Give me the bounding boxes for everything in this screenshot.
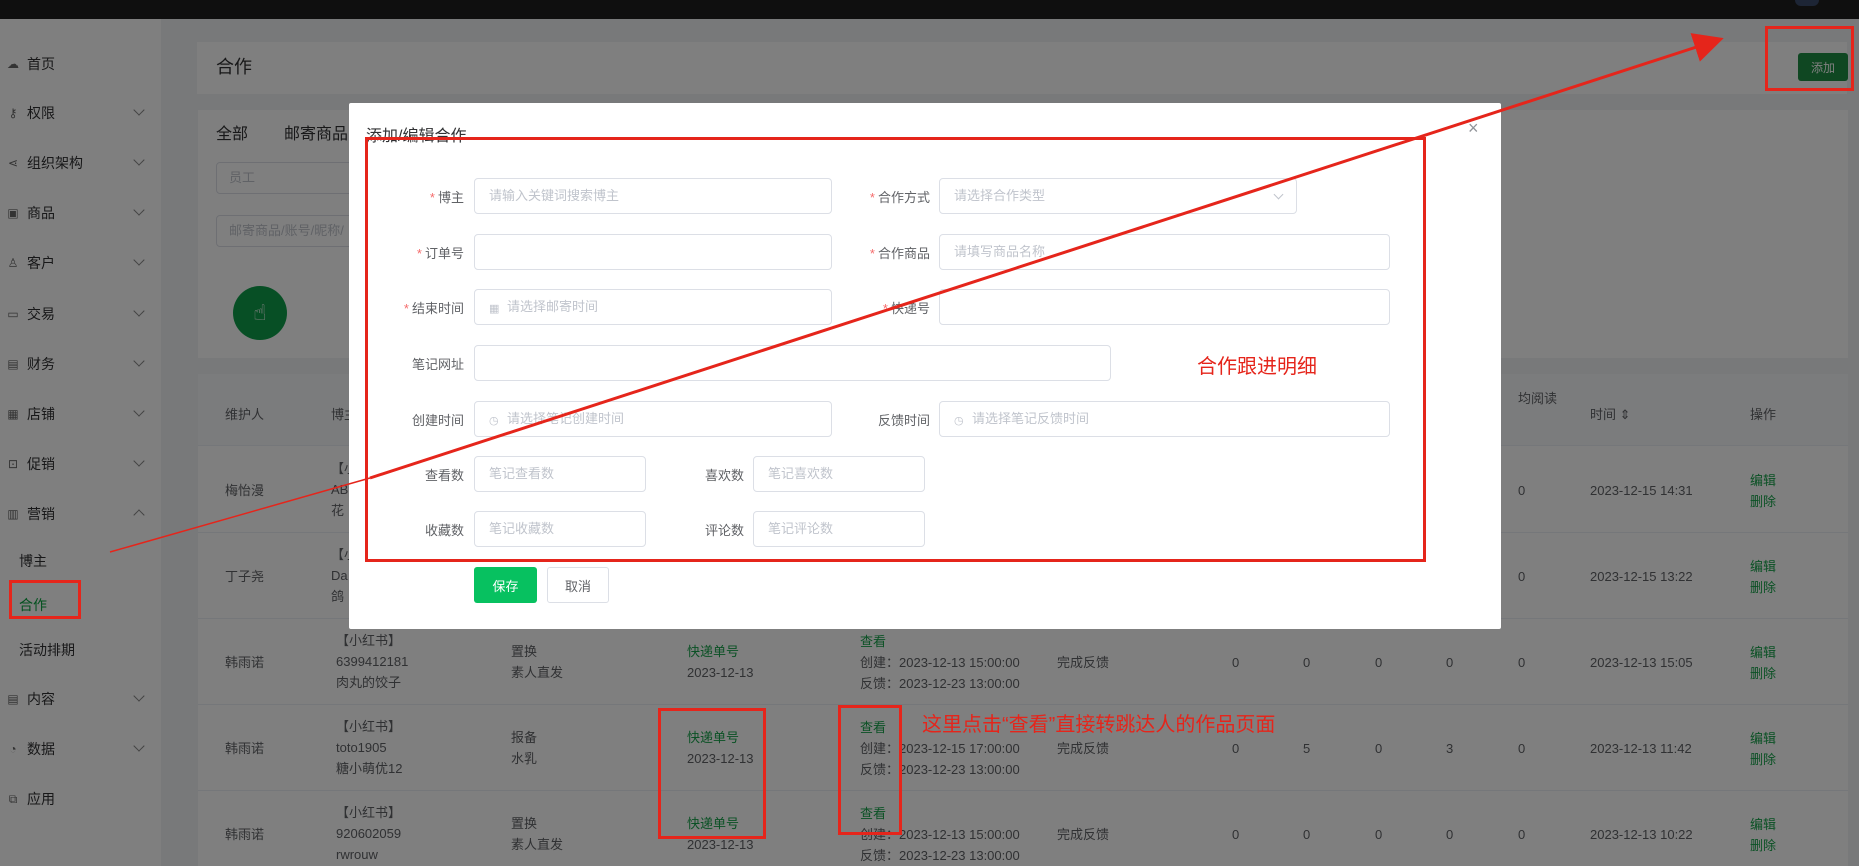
save-button[interactable]: 保存 <box>474 567 537 603</box>
detail-annotation: 合作跟进明细 <box>1197 356 1317 378</box>
view-annotation: 这里点击“查看”直接转跳达人的作品页面 <box>922 714 1276 736</box>
coop-menu-highlight-box <box>9 580 81 619</box>
add-button-highlight-box <box>1765 26 1854 91</box>
close-icon[interactable]: × <box>1468 118 1479 139</box>
view-highlight-box <box>838 705 902 835</box>
cancel-button[interactable]: 取消 <box>547 567 609 603</box>
express-highlight-box <box>658 708 766 839</box>
